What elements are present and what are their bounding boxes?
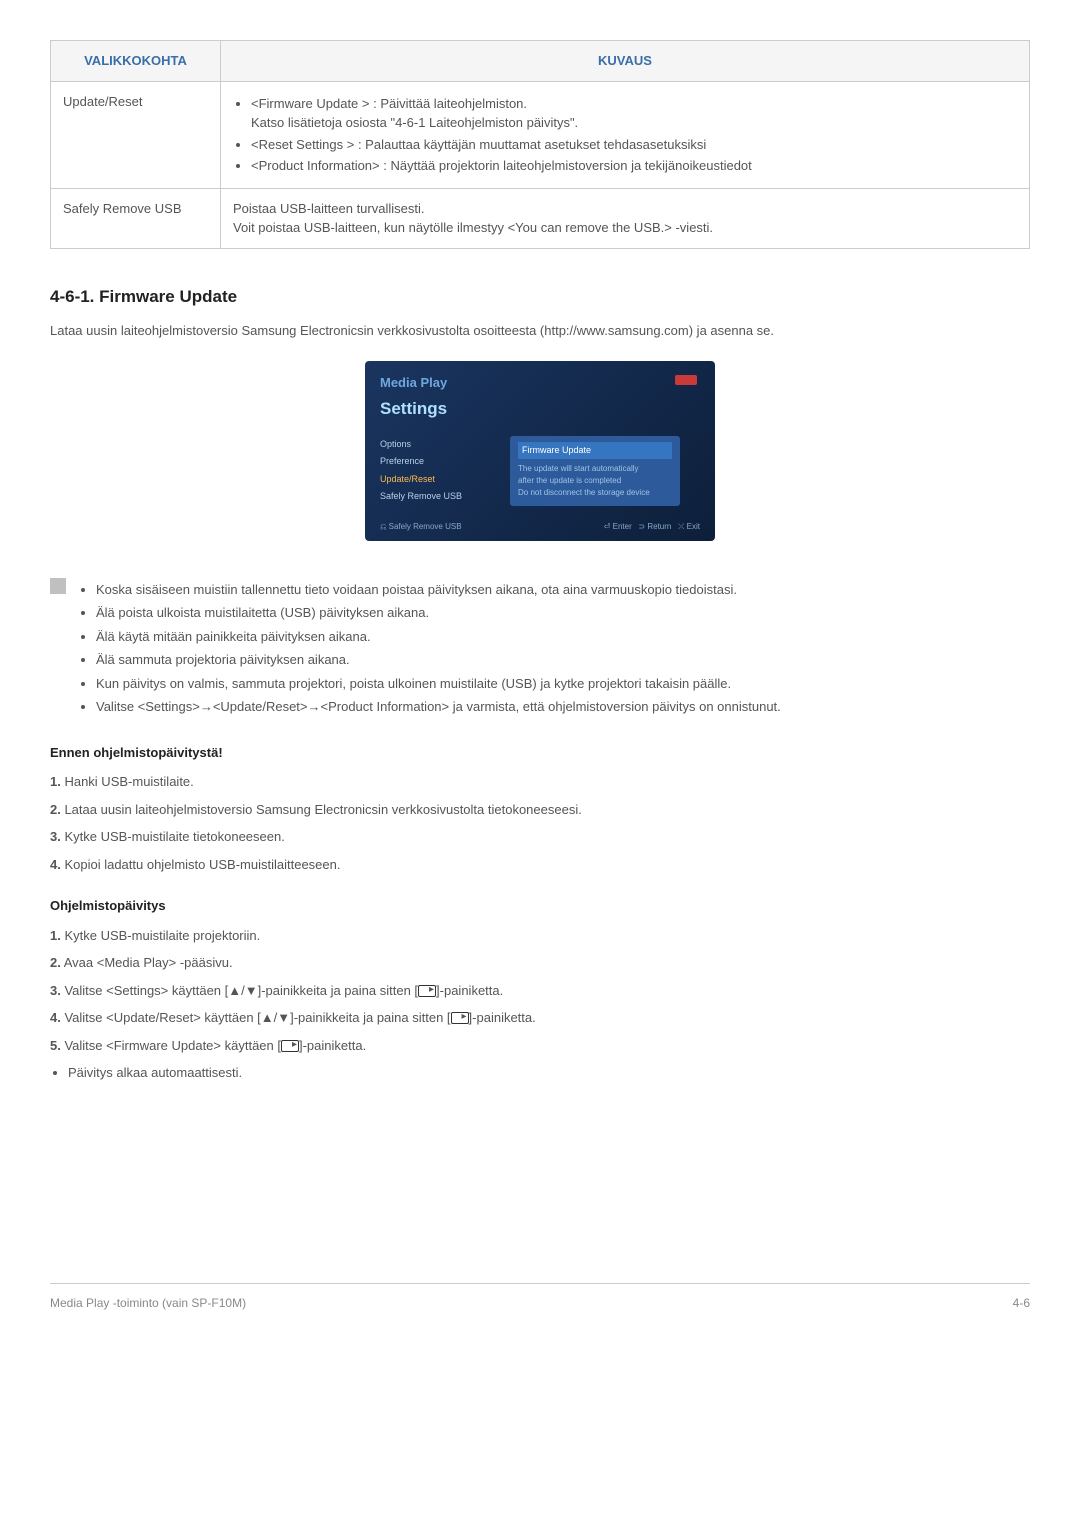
list-item: <Product Information> : Näyttää projekto… (251, 156, 1017, 176)
table-header-desc: KUVAUS (221, 41, 1030, 82)
table-header-menu: VALIKKOKOHTA (51, 41, 221, 82)
page-footer: Media Play -toiminto (vain SP-F10M) 4-6 (50, 1283, 1030, 1312)
before-update-heading: Ennen ohjelmistopäivitystä! (50, 743, 1030, 763)
screenshot-menu-left: Options Preference Update/Reset Safely R… (380, 436, 500, 506)
list-item: Älä poista ulkoista muistilaitetta (USB)… (96, 603, 781, 623)
before-steps: 1. Hanki USB-muistilaite. 2. Lataa uusin… (50, 772, 1030, 874)
update-heading: Ohjelmistopäivitys (50, 896, 1030, 916)
screenshot-bottom-bar: ⎌ Safely Remove USB ⏎ Enter ⊃ Return ⤫ E… (380, 521, 700, 533)
row-desc: <Firmware Update > : Päivittää laiteohje… (221, 81, 1030, 188)
row-desc: Poistaa USB-laitteen turvallisesti. Voit… (221, 188, 1030, 248)
list-item: Älä sammuta projektoria päivityksen aika… (96, 650, 781, 670)
footer-right: 4-6 (1013, 1294, 1030, 1312)
section-intro: Lataa uusin laiteohjelmistoversio Samsun… (50, 321, 1030, 341)
list-item: <Firmware Update > : Päivittää laiteohje… (251, 94, 1017, 133)
row-label: Update/Reset (51, 81, 221, 188)
enter-icon (451, 1012, 469, 1024)
section-heading: 4-6-1. Firmware Update (50, 284, 1030, 310)
table-row: Safely Remove USB Poistaa USB-laitteen t… (51, 188, 1030, 248)
menu-description-table: VALIKKOKOHTA KUVAUS Update/Reset <Firmwa… (50, 40, 1030, 249)
update-steps: 1. Kytke USB-muistilaite projektoriin. 2… (50, 926, 1030, 1083)
list-item: Päivitys alkaa automaattisesti. (68, 1063, 1030, 1083)
settings-screenshot: Media Play Settings Options Preference U… (365, 361, 715, 541)
enter-icon (281, 1040, 299, 1052)
screenshot-settings: Settings (380, 396, 700, 422)
note-icon (50, 578, 66, 594)
row-label: Safely Remove USB (51, 188, 221, 248)
usb-icon (675, 375, 697, 385)
list-item: Valitse <Settings>→<Update/Reset>→<Produ… (96, 697, 781, 717)
list-item: Kun päivitys on valmis, sammuta projekto… (96, 674, 781, 694)
list-item: Älä käytä mitään painikkeita päivityksen… (96, 627, 781, 647)
list-item: <Reset Settings > : Palauttaa käyttäjän … (251, 135, 1017, 155)
footer-left: Media Play -toiminto (vain SP-F10M) (50, 1294, 246, 1312)
table-row: Update/Reset <Firmware Update > : Päivit… (51, 81, 1030, 188)
caution-notes: Koska sisäiseen muistiin tallennettu tie… (50, 576, 1030, 721)
screenshot-mediaplay: Media Play (380, 373, 700, 393)
list-item: Koska sisäiseen muistiin tallennettu tie… (96, 580, 781, 600)
enter-icon (418, 985, 436, 997)
screenshot-menu-right: Firmware Update The update will start au… (510, 436, 680, 506)
